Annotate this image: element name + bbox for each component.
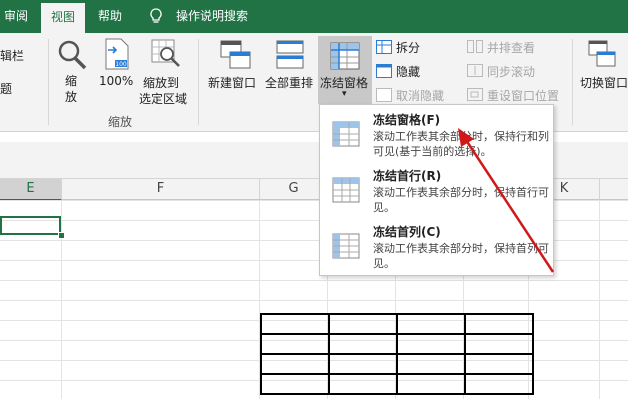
annotation-arrow — [458, 128, 555, 273]
